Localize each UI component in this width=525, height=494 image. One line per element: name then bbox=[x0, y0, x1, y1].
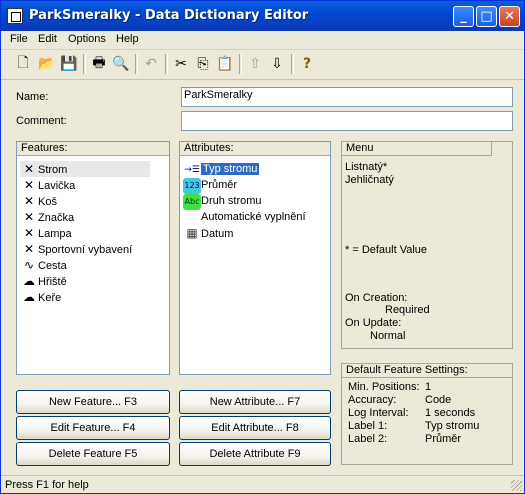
help-icon[interactable]: ? bbox=[297, 54, 317, 74]
title-bar[interactable]: ParkSmeralky - Data Dictionary Editor _ … bbox=[1, 1, 524, 31]
on-update-value: Normal bbox=[370, 330, 406, 342]
attribute-item[interactable]: →☰ Typ stromu bbox=[183, 161, 260, 177]
toolbar-separator bbox=[135, 54, 138, 74]
attribute-item[interactable]: ▦ Datum bbox=[183, 225, 233, 241]
toolbar-separator bbox=[165, 54, 168, 74]
attribute-item[interactable]: 123Průměr bbox=[183, 177, 237, 194]
menu-bar: File Edit Options Help bbox=[1, 31, 524, 50]
feature-item[interactable]: ✕ Strom bbox=[20, 161, 150, 177]
name-field[interactable]: ParkSmeralky bbox=[181, 87, 513, 107]
toolbar-separator bbox=[239, 54, 242, 74]
menu-value: Listnatý* bbox=[345, 161, 388, 173]
move-up-icon[interactable]: ⇧ bbox=[245, 54, 265, 74]
text-attribute-icon: Abc bbox=[183, 194, 201, 210]
app-icon[interactable] bbox=[7, 8, 23, 24]
feature-item[interactable]: ∿ Cesta bbox=[20, 257, 67, 273]
features-header: Features: bbox=[17, 142, 169, 156]
on-update-label: On Update: bbox=[345, 317, 402, 329]
setting-value: 1 bbox=[425, 381, 432, 393]
area-feature-icon: ☁ bbox=[23, 290, 35, 304]
status-bar: Press F1 for help bbox=[1, 475, 524, 493]
point-feature-icon: ✕ bbox=[23, 226, 35, 240]
close-button[interactable]: ✕ bbox=[499, 6, 520, 27]
feature-item[interactable]: ✕ Koš bbox=[20, 193, 57, 209]
numeric-attribute-icon: 123 bbox=[183, 178, 201, 194]
setting-label: Accuracy: bbox=[348, 394, 397, 406]
paste-icon[interactable]: 📋 bbox=[215, 54, 235, 74]
print-preview-icon[interactable]: 🔍 bbox=[111, 54, 131, 74]
point-feature-icon: ✕ bbox=[23, 242, 35, 256]
menu-help[interactable]: Help bbox=[116, 33, 139, 45]
resize-grip[interactable] bbox=[511, 480, 522, 491]
main-window: ParkSmeralky - Data Dictionary Editor _ … bbox=[0, 0, 525, 494]
feature-item[interactable]: ☁ Keře bbox=[20, 289, 61, 305]
maximize-button[interactable]: □ bbox=[476, 6, 497, 27]
toolbar-separator bbox=[291, 54, 294, 74]
setting-label: Label 1: bbox=[348, 420, 388, 432]
attributes-header: Attributes: bbox=[180, 142, 330, 156]
attribute-item[interactable]: Abc Druh stromu bbox=[183, 193, 262, 210]
setting-label: Log Interval: bbox=[348, 407, 409, 419]
on-creation-label: On Creation: bbox=[345, 292, 408, 304]
setting-value: Code bbox=[425, 394, 452, 406]
default-value-note: * = Default Value bbox=[345, 244, 428, 256]
point-feature-icon: ✕ bbox=[23, 162, 35, 176]
date-attribute-icon: ▦ bbox=[186, 226, 198, 240]
menu-edit[interactable]: Edit bbox=[38, 33, 57, 45]
on-creation-value: Required bbox=[385, 304, 430, 316]
menu-value: Jehličnatý bbox=[345, 174, 394, 186]
save-icon[interactable]: 💾 bbox=[59, 54, 79, 74]
undo-icon[interactable]: ↶ bbox=[141, 54, 161, 74]
cut-icon[interactable]: ✂ bbox=[171, 54, 191, 74]
feature-item[interactable]: ✕ Sportovní vybavení bbox=[20, 241, 132, 257]
name-label: Name: bbox=[16, 91, 49, 103]
edit-feature-button[interactable]: Edit Feature... F4 bbox=[16, 416, 170, 440]
features-list[interactable]: Features: ✕ Strom ✕ Lavička ✕ Koš ✕ Značka ✕… bbox=[16, 141, 170, 375]
delete-attribute-button[interactable]: Delete Attribute F9 bbox=[179, 442, 331, 466]
menu-panel-header: Menu bbox=[342, 142, 492, 156]
point-feature-icon: ✕ bbox=[23, 178, 35, 192]
new-feature-button[interactable]: New Feature... F3 bbox=[16, 390, 170, 414]
minimize-button[interactable]: _ bbox=[453, 6, 474, 27]
setting-value: Typ stromu bbox=[425, 420, 480, 432]
area-feature-icon: ☁ bbox=[23, 274, 35, 288]
point-feature-icon: ✕ bbox=[23, 210, 35, 224]
window-title: ParkSmeralky - Data Dictionary Editor bbox=[29, 8, 309, 23]
feature-item[interactable]: ☁ Hřiště bbox=[20, 273, 67, 289]
setting-label: Label 2: bbox=[348, 433, 388, 445]
feature-item[interactable]: ✕ Lavička bbox=[20, 177, 75, 193]
comment-label: Comment: bbox=[16, 115, 67, 127]
menu-panel: Menu Listnatý* Jehličnatý * = Default Va… bbox=[341, 141, 513, 349]
menu-options[interactable]: Options bbox=[68, 33, 106, 45]
default-settings-panel: Default Feature Settings: Min. Positions… bbox=[341, 363, 513, 465]
attributes-list[interactable]: Attributes: →☰ Typ stromu 123Průměr Abc Dr… bbox=[179, 141, 331, 375]
new-file-icon[interactable]: 🗋 bbox=[13, 54, 33, 74]
line-feature-icon: ∿ bbox=[23, 258, 35, 272]
attribute-item[interactable]: Automatické vyplnění bbox=[183, 209, 306, 225]
default-settings-header: Default Feature Settings: bbox=[342, 364, 512, 378]
menu-file[interactable]: File bbox=[10, 33, 28, 45]
open-folder-icon[interactable]: 📂 bbox=[37, 54, 57, 74]
status-text: Press F1 for help bbox=[5, 479, 89, 491]
feature-item[interactable]: ✕ Značka bbox=[20, 209, 74, 225]
new-attribute-button[interactable]: New Attribute... F7 bbox=[179, 390, 331, 414]
setting-label: Min. Positions: bbox=[348, 381, 420, 393]
delete-feature-button[interactable]: Delete Feature F5 bbox=[16, 442, 170, 466]
print-icon[interactable]: 🖶 bbox=[89, 54, 109, 74]
point-feature-icon: ✕ bbox=[23, 194, 35, 208]
comment-field[interactable] bbox=[181, 111, 513, 131]
feature-item[interactable]: ✕ Lampa bbox=[20, 225, 72, 241]
copy-icon[interactable]: ⎘ bbox=[193, 54, 213, 74]
menu-attribute-icon: →☰ bbox=[184, 165, 200, 175]
setting-value: 1 seconds bbox=[425, 407, 476, 419]
edit-attribute-button[interactable]: Edit Attribute... F8 bbox=[179, 416, 331, 440]
toolbar: 🗋 📂 💾 🖶 🔍 ↶ ✂ ⎘ 📋 ⇧ ⇩ ? bbox=[1, 51, 524, 80]
move-down-icon[interactable]: ⇩ bbox=[267, 54, 287, 74]
toolbar-separator bbox=[83, 54, 86, 74]
setting-value: Průměr bbox=[425, 433, 462, 445]
